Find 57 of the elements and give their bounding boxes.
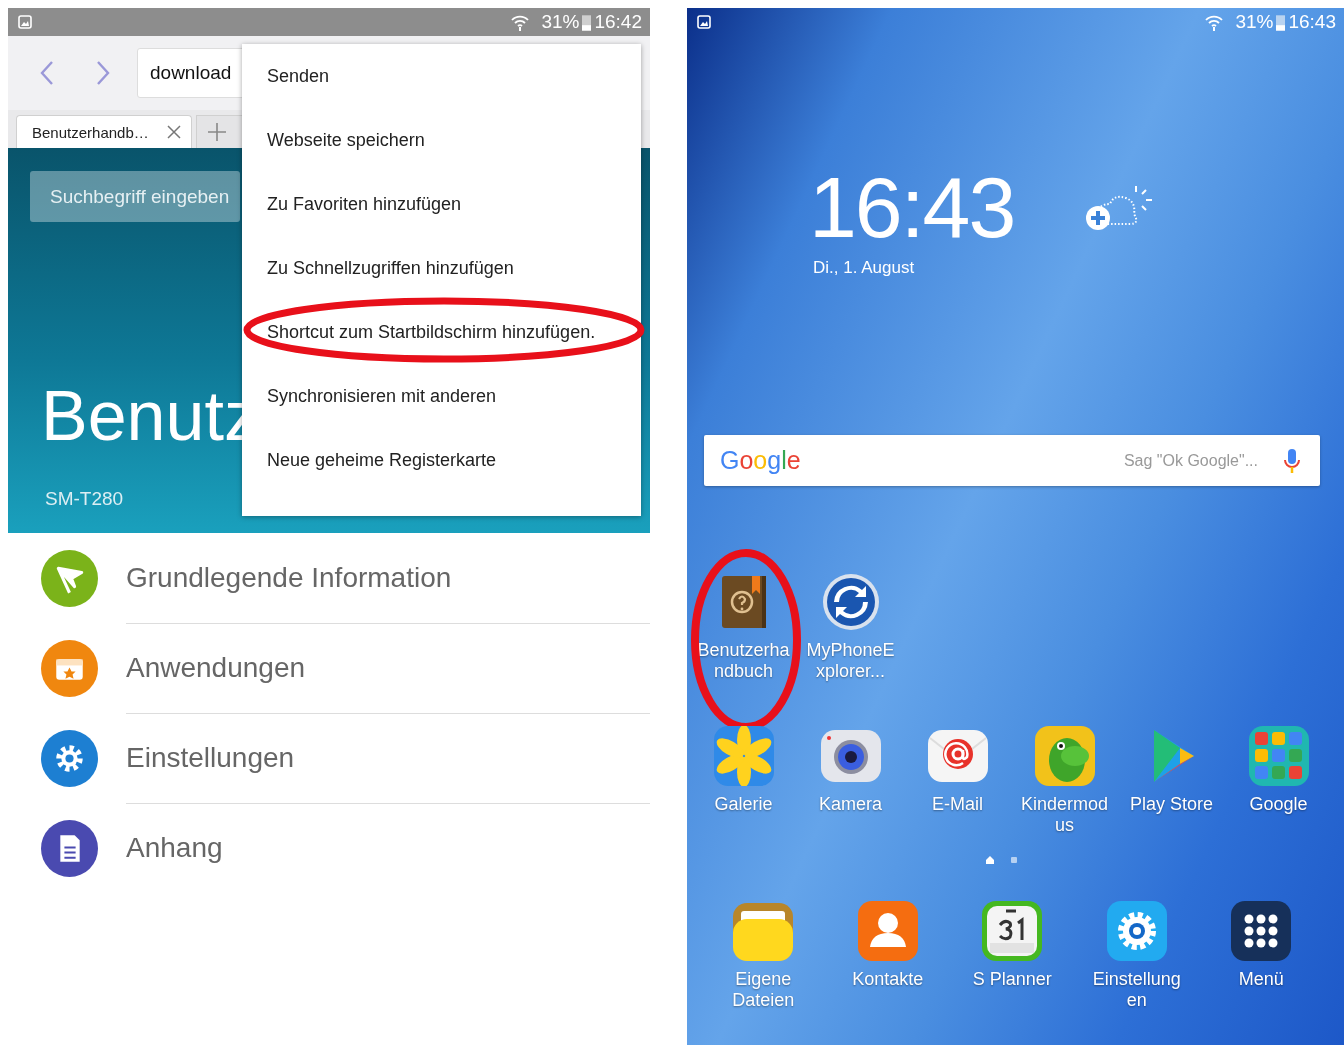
flower-icon [713,726,774,786]
google-search-bar[interactable]: Google Sag "Ok Google"... [704,435,1320,486]
dino-icon [1034,726,1095,786]
section-item[interactable]: Einstellungen [8,713,650,803]
gear-icon [41,729,98,787]
page-indicator[interactable] [1010,857,1017,863]
back-icon[interactable] [40,60,54,86]
close-icon[interactable] [167,125,181,139]
app-shortcut[interactable]: Kontakte [825,901,950,1011]
files-icon [733,901,794,961]
sync-icon [820,572,881,632]
battery-percent: 31% [1235,11,1274,33]
app-shortcut[interactable]: E-Mail [904,726,1011,836]
app-shortcut[interactable]: Kamera [797,726,904,836]
app-shortcut[interactable]: Play Store [1118,726,1225,836]
folder-icon [1248,726,1309,786]
battery-icon [1276,13,1286,31]
grid-icon [1231,901,1292,961]
app-shortcut[interactable]: Kindermod us [1011,726,1118,836]
battery-icon [582,13,592,31]
box-icon [41,639,98,697]
menu-item[interactable]: Neue geheime Registerkarte [242,428,641,492]
section-item[interactable]: Anwendungen [8,623,650,713]
app-shortcut[interactable]: MyPhoneE xplorer... [797,572,904,682]
section-item[interactable]: Grundlegende Information [8,533,650,623]
microphone-icon[interactable] [1284,447,1300,474]
settings-icon [1106,901,1167,961]
google-logo: Google [720,446,802,475]
home-page-indicator[interactable] [984,855,995,865]
model-name: SM-T280 [45,488,124,510]
app-shortcut[interactable]: Eigene Dateien [701,901,826,1011]
app-shortcut[interactable]: Einstellung en [1074,901,1199,1011]
app-shortcut[interactable]: Menü [1199,901,1324,1011]
battery-percent: 31% [541,11,580,33]
menu-item[interactable]: Webseite speichern [242,108,641,172]
menu-item[interactable]: Zu Schnellzugriffen hinzufügen [242,236,641,300]
calendar-icon [982,901,1043,961]
clock-date: Di., 1. August [813,258,916,278]
app-shortcut[interactable]: Galerie [690,726,797,836]
clock-time[interactable]: 16:43 [809,164,1015,250]
status-time: 16:43 [1288,11,1336,33]
status-time: 16:42 [594,11,642,33]
app-shortcut[interactable]: Google [1225,726,1332,836]
contact-icon [857,901,918,961]
section-item[interactable]: Anhang [8,803,650,893]
plus-icon [207,122,227,142]
forward-icon[interactable] [96,60,110,86]
image-icon [18,15,32,29]
browser-tab[interactable]: Benutzerhandb… [16,115,192,148]
search-field[interactable]: Suchbegriff eingeben [30,171,240,222]
image-icon [697,15,711,29]
menu-item[interactable]: Zu Favoriten hinzufügen [242,172,641,236]
doc-icon [41,819,98,877]
search-placeholder: Sag "Ok Google"... [1123,451,1258,470]
menu-item[interactable]: Synchronisieren mit anderen [242,364,641,428]
app-shortcut[interactable]: S Planner [950,901,1075,1011]
menu-item[interactable]: Senden [242,44,641,108]
